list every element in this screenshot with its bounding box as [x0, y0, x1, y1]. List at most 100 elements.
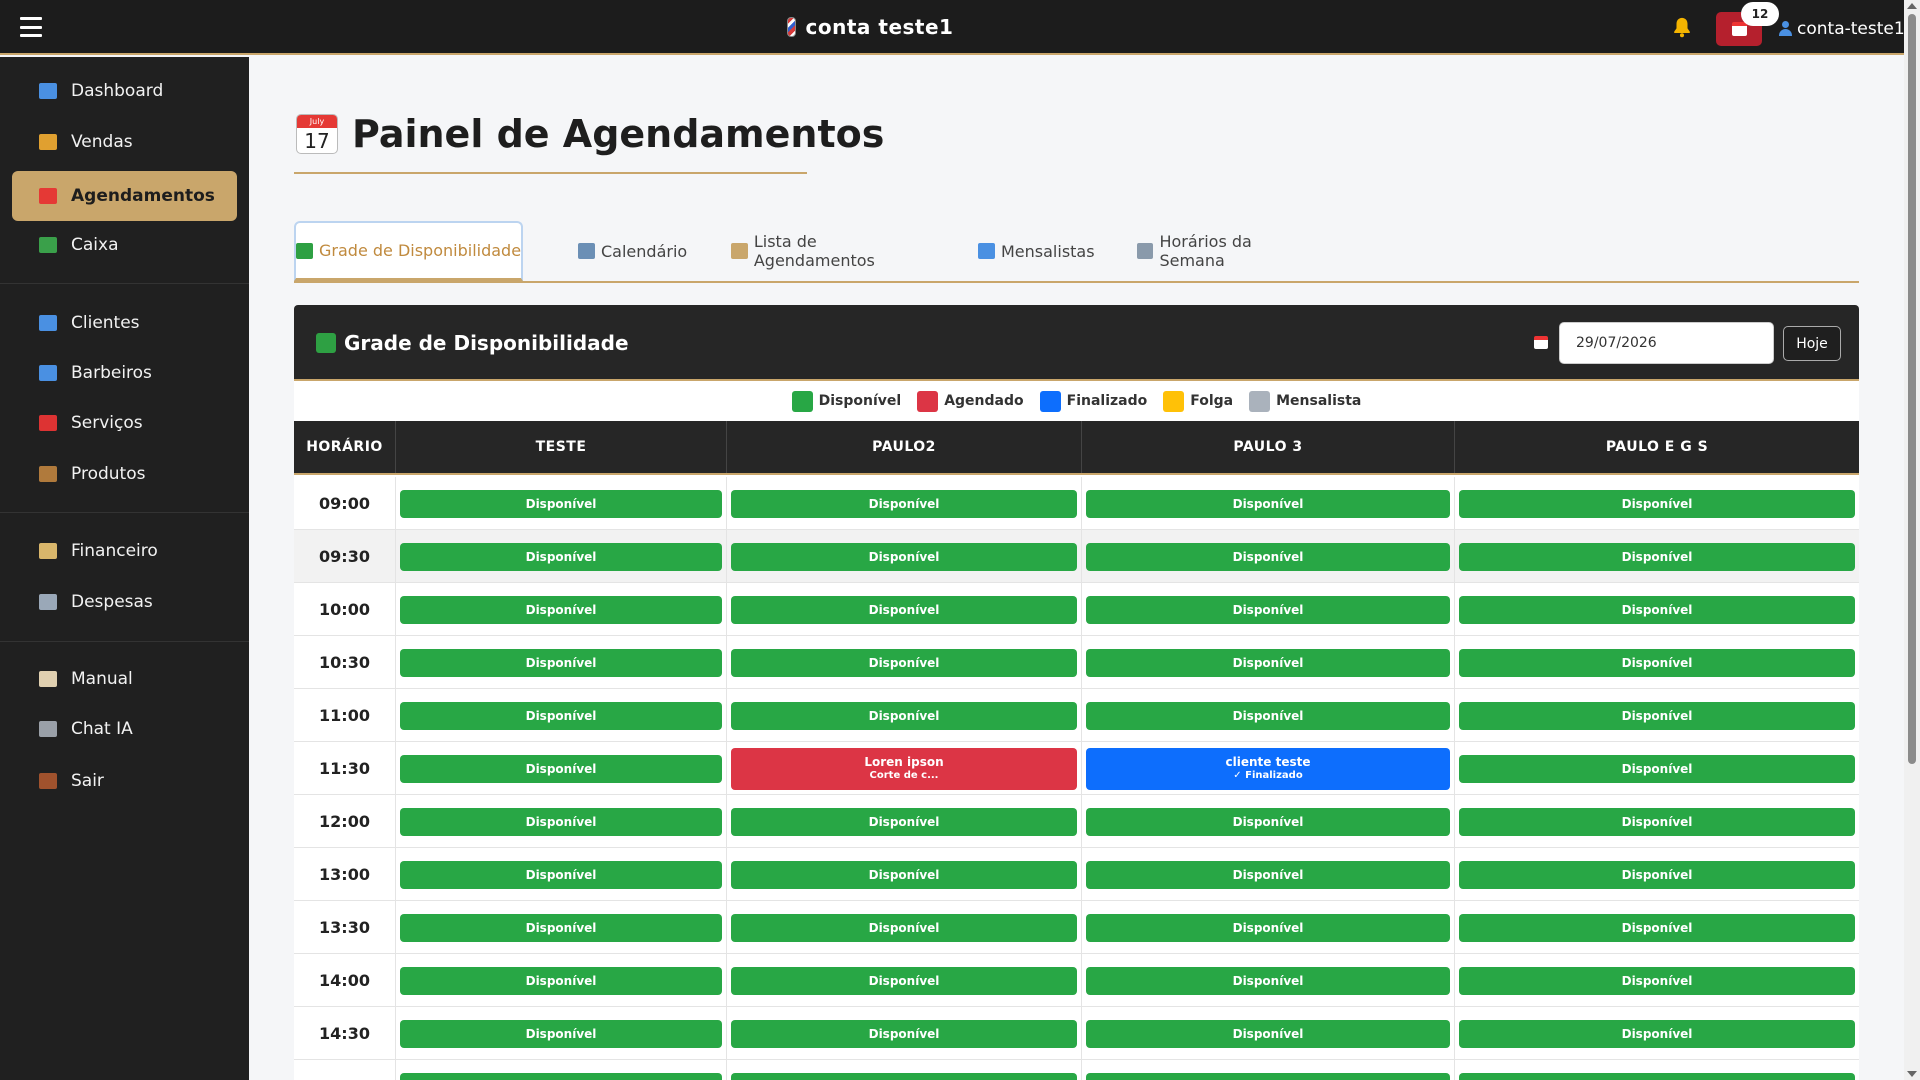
availability-grid: HORÁRIO TESTE PAULO2 PAULO 3 PAULO E G S 09:0… — [294, 421, 1859, 1080]
tab-lista-de-agendamentos[interactable]: Lista de Agendamentos — [731, 221, 941, 281]
available-slot-button[interactable]: Disponível — [731, 649, 1077, 677]
available-slot-button[interactable]: Disponível — [1086, 1073, 1450, 1080]
available-slot-button[interactable]: Disponível — [1086, 543, 1450, 571]
today-button[interactable]: Hoje — [1783, 326, 1841, 361]
sidebar-item-dashboard[interactable]: Dashboard — [12, 66, 237, 116]
grid-cell: Disponível — [1082, 583, 1455, 636]
booked-appointment[interactable]: Loren ipson Corte de c... — [731, 748, 1077, 790]
sidebar-item-clientes[interactable]: Clientes — [12, 298, 237, 348]
sidebar-item-agendamentos[interactable]: Agendamentos — [12, 171, 237, 221]
available-slot-button[interactable]: Disponível — [1459, 649, 1855, 677]
available-slot-button[interactable]: Disponível — [731, 914, 1077, 942]
grid-cell: cliente teste ✓ Finalizado — [1082, 742, 1455, 795]
available-slot-button[interactable]: Disponível — [731, 543, 1077, 571]
available-slot-button[interactable]: Disponível — [731, 490, 1077, 518]
table-row: 10:00 Disponível Disponível Disponível Dispo… — [294, 583, 1859, 636]
grid-cell: Disponível — [396, 689, 727, 742]
top-bar: conta teste1 12 conta-teste1 — [0, 0, 1920, 55]
available-slot-button[interactable]: Disponível — [731, 1020, 1077, 1048]
available-slot-button[interactable]: Disponível — [400, 808, 722, 836]
sidebar-item-produtos[interactable]: Produtos — [12, 449, 237, 499]
available-slot-button[interactable]: Disponível — [400, 543, 722, 571]
grid-cell: Disponível — [396, 636, 727, 689]
sidebar-item-financeiro[interactable]: Financeiro — [12, 526, 237, 576]
available-slot-button[interactable]: Disponível — [400, 755, 722, 783]
availability-panel-header: Grade de Disponibilidade Hoje — [294, 305, 1859, 381]
available-slot-button[interactable]: Disponível — [400, 967, 722, 995]
available-slot-button[interactable]: Disponível — [1086, 702, 1450, 730]
available-slot-button[interactable]: Disponível — [1086, 967, 1450, 995]
available-slot-button[interactable]: Disponível — [1459, 914, 1855, 942]
available-slot-button[interactable]: Disponível — [731, 808, 1077, 836]
grid-cell: Disponível — [396, 795, 727, 848]
available-slot-button[interactable]: Disponível — [731, 702, 1077, 730]
grid-cell: Disponível — [1082, 477, 1455, 530]
finished-appointment[interactable]: cliente teste ✓ Finalizado — [1086, 748, 1450, 790]
available-slot-button[interactable]: Disponível — [400, 490, 722, 518]
available-slot-button[interactable]: Disponível — [731, 596, 1077, 624]
available-slot-button[interactable]: Disponível — [1086, 490, 1450, 518]
sidebar-item-servicos[interactable]: Serviços — [12, 398, 237, 448]
available-slot-button[interactable]: Disponível — [1459, 967, 1855, 995]
available-slot-button[interactable]: Disponível — [400, 1020, 722, 1048]
available-slot-button[interactable]: Disponível — [1086, 649, 1450, 677]
available-slot-button[interactable]: Disponível — [400, 861, 722, 889]
sidebar-item-manual[interactable]: Manual — [12, 654, 237, 704]
available-slot-button[interactable]: Disponível — [1086, 808, 1450, 836]
header-barber-paulo-3: PAULO 3 — [1082, 421, 1455, 473]
available-slot-button[interactable]: Disponível — [1459, 808, 1855, 836]
available-slot-button[interactable]: Disponível — [400, 596, 722, 624]
sidebar-item-sair[interactable]: Sair — [12, 756, 237, 806]
grid-cell: Disponível — [396, 901, 727, 954]
panel-title-text: Grade de Disponibilidade — [344, 331, 629, 355]
green-square-icon — [296, 242, 313, 259]
available-slot-button[interactable]: Disponível — [1086, 914, 1450, 942]
scrollbar-thumb[interactable] — [1908, 14, 1916, 764]
bell-icon[interactable] — [1670, 16, 1694, 38]
available-slot-button[interactable]: Disponível — [1459, 755, 1855, 783]
grid-cell: Disponível — [1455, 954, 1859, 1007]
sidebar-item-barbeiros[interactable]: Barbeiros — [12, 348, 237, 398]
table-row: 11:30 Disponível Loren ipson Corte de c... c… — [294, 742, 1859, 795]
scroll-down-icon[interactable] — [1907, 1071, 1917, 1077]
legend-item-folga: Folga — [1163, 390, 1233, 412]
available-slot-button[interactable]: Disponível — [1459, 861, 1855, 889]
available-slot-button[interactable]: Disponível — [1086, 1020, 1450, 1048]
grid-cell: Disponível — [1455, 689, 1859, 742]
tab-grade-de-disponibilidade[interactable]: Grade de Disponibilidade — [294, 221, 524, 281]
legend-label: Finalizado — [1066, 393, 1148, 409]
tab-calendario[interactable]: Calendário — [578, 221, 698, 281]
date-input[interactable] — [1559, 322, 1774, 364]
available-slot-button[interactable]: Disponível — [731, 967, 1077, 995]
time-cell: 09:30 — [294, 530, 396, 583]
page-scrollbar[interactable] — [1904, 0, 1920, 1080]
available-slot-button[interactable]: Disponível — [1459, 543, 1855, 571]
calendar-icon-month: July — [297, 115, 337, 128]
available-slot-button[interactable]: Disponível — [1459, 1020, 1855, 1048]
available-slot-button[interactable]: Disponível — [400, 914, 722, 942]
available-slot-button[interactable]: Disponível — [1459, 1073, 1855, 1080]
available-slot-button[interactable]: Disponível — [1459, 490, 1855, 518]
sidebar-divider — [0, 512, 249, 513]
available-slot-button[interactable]: Disponível — [1459, 596, 1855, 624]
tab-mensalistas[interactable]: Mensalistas — [978, 221, 1098, 281]
sidebar-item-caixa[interactable]: Caixa — [12, 220, 237, 270]
available-slot-button[interactable]: Disponível — [1086, 861, 1450, 889]
sidebar-divider — [0, 283, 249, 284]
scroll-up-icon[interactable] — [1907, 3, 1917, 9]
available-slot-button[interactable]: Disponível — [731, 861, 1077, 889]
user-menu[interactable]: conta-teste1 — [1778, 19, 1905, 39]
sidebar-item-despesas[interactable]: Despesas — [12, 577, 237, 627]
tab-horarios-da-semana[interactable]: Horários da Semana — [1137, 221, 1317, 281]
sidebar-item-vendas[interactable]: Vendas — [12, 117, 237, 167]
users-icon — [39, 365, 57, 381]
available-slot-button[interactable]: Disponível — [731, 1073, 1077, 1080]
available-slot-button[interactable]: Disponível — [400, 649, 722, 677]
sidebar-item-chat-ia[interactable]: Chat IA — [12, 704, 237, 754]
available-slot-button[interactable]: Disponível — [1459, 702, 1855, 730]
available-slot-button[interactable]: Disponível — [1086, 596, 1450, 624]
available-slot-button[interactable]: Disponível — [400, 1073, 722, 1080]
grid-cell: Disponível — [1082, 689, 1455, 742]
available-slot-button[interactable]: Disponível — [400, 702, 722, 730]
robot-icon — [39, 721, 57, 737]
